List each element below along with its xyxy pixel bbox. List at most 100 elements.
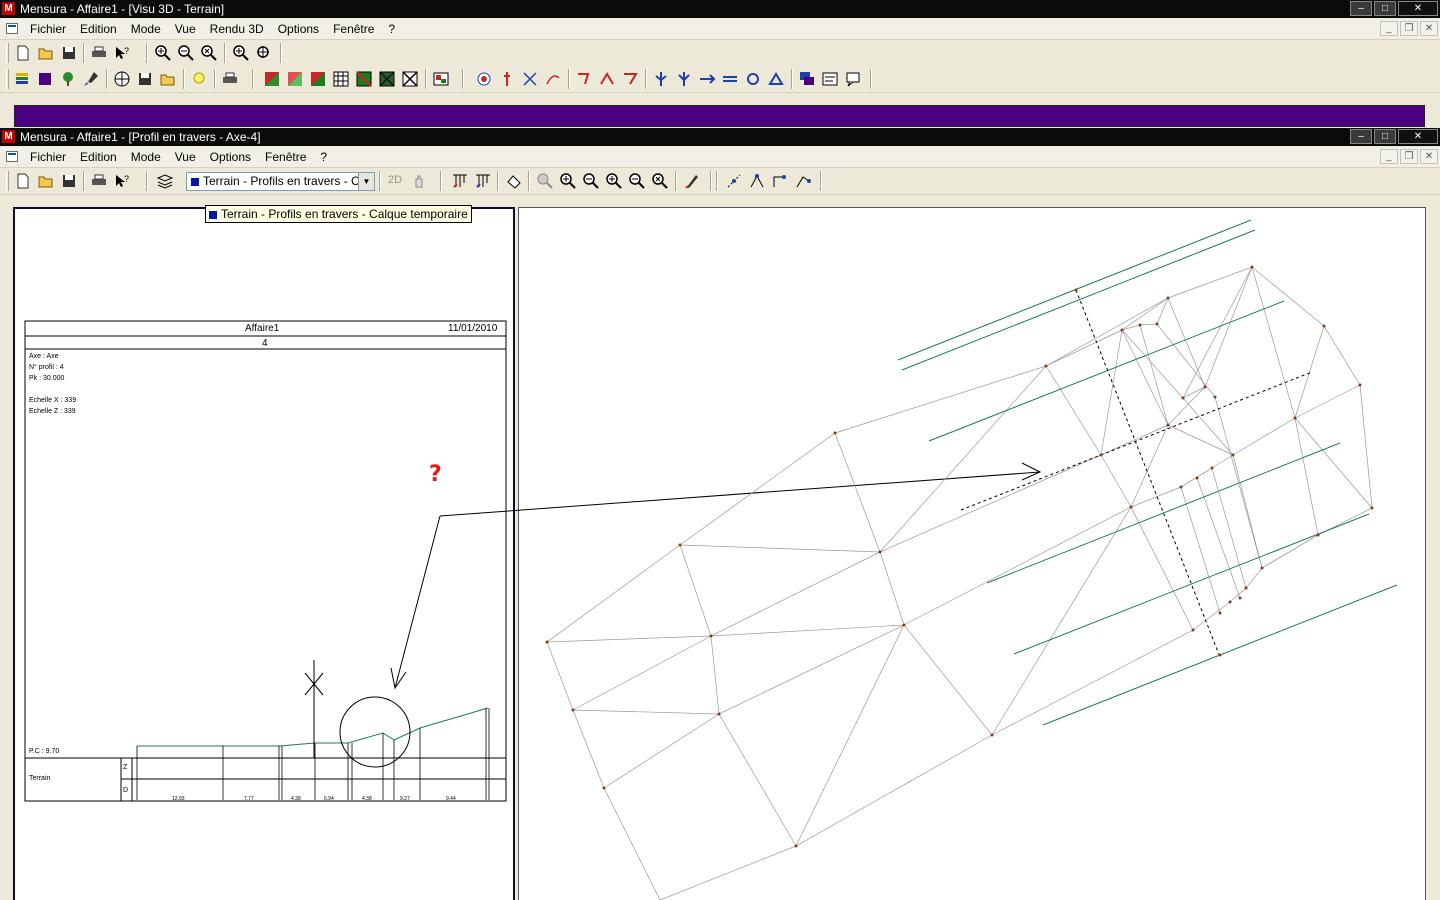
save-icon[interactable] — [60, 172, 78, 190]
zoom-dynamic-icon[interactable] — [255, 44, 273, 62]
comment-icon[interactable] — [844, 70, 862, 88]
point-tool-2-icon[interactable] — [748, 172, 766, 190]
menu-options[interactable]: Options — [210, 150, 251, 164]
open-folder-icon[interactable] — [37, 172, 55, 190]
brush-icon[interactable] — [82, 70, 100, 88]
point-tool-4-icon[interactable] — [794, 172, 812, 190]
profile-print-pane[interactable] — [13, 207, 515, 900]
pen-icon[interactable] — [683, 172, 701, 190]
layer-select[interactable]: Terrain - Profils en travers - Calque te… — [186, 172, 375, 191]
profile-tool-2-icon[interactable] — [474, 172, 492, 190]
close-button[interactable]: ✕ — [1398, 129, 1438, 144]
chevron-down-icon[interactable]: ▼ — [358, 173, 374, 190]
render-shaded-icon[interactable] — [355, 70, 373, 88]
print-icon[interactable] — [90, 44, 108, 62]
profile-blue-2-icon[interactable] — [675, 70, 693, 88]
zoom-out-icon[interactable] — [177, 44, 195, 62]
menu-fenetre[interactable]: Fenêtre — [333, 22, 374, 36]
menu-help[interactable]: ? — [388, 22, 395, 36]
mdi-restore-button[interactable]: ❐ — [1400, 21, 1418, 36]
open-folder-icon[interactable] — [37, 44, 55, 62]
mdi-minimize-button[interactable]: _ — [1380, 149, 1398, 164]
minimize-button[interactable]: – — [1350, 129, 1372, 144]
mode-2d-label[interactable]: 2D — [388, 174, 402, 186]
zoom-window-icon[interactable] — [232, 44, 250, 62]
profile-blue-6-icon[interactable] — [767, 70, 785, 88]
point-tool-3-icon[interactable] — [771, 172, 789, 190]
mdi-restore-button[interactable]: ❐ — [1400, 149, 1418, 164]
minimize-button[interactable]: – — [1350, 1, 1372, 16]
zoom-extents-icon[interactable] — [200, 44, 218, 62]
menu-edition[interactable]: Edition — [80, 150, 117, 164]
point-tool-1-icon[interactable] — [725, 172, 743, 190]
help-pointer-icon[interactable]: ? — [113, 44, 131, 62]
light-icon[interactable] — [190, 70, 208, 88]
profile-blue-1-icon[interactable] — [652, 70, 670, 88]
profile-blue-3-icon[interactable] — [698, 70, 716, 88]
document-icon[interactable] — [6, 23, 18, 34]
axis-red-3-icon[interactable] — [621, 70, 639, 88]
profile-tool-1-icon[interactable] — [451, 172, 469, 190]
color-bars-icon[interactable] — [13, 70, 31, 88]
maximize-button[interactable]: □ — [1374, 129, 1396, 144]
zoom-disabled-icon[interactable] — [536, 172, 554, 190]
tree-icon[interactable] — [59, 70, 77, 88]
pan-hand-icon[interactable] — [410, 172, 428, 190]
render-red-green-icon[interactable] — [263, 70, 281, 88]
menu-fenetre[interactable]: Fenêtre — [265, 150, 306, 164]
mdi-close-button[interactable]: ✕ — [1420, 149, 1438, 164]
scissors-icon[interactable] — [521, 70, 539, 88]
print-3d-icon[interactable] — [221, 70, 239, 88]
axis-red-1-icon[interactable] — [575, 70, 593, 88]
menu-rendu-3d[interactable]: Rendu 3D — [210, 22, 264, 36]
select-pointer-icon[interactable] — [505, 172, 523, 190]
purple-fill-icon[interactable] — [36, 70, 54, 88]
menu-options[interactable]: Options — [278, 22, 319, 36]
axis-red-2-icon[interactable] — [598, 70, 616, 88]
save-view-icon[interactable] — [136, 70, 154, 88]
menu-vue[interactable]: Vue — [175, 22, 196, 36]
render-none-icon[interactable] — [401, 70, 419, 88]
menu-fichier[interactable]: Fichier — [30, 22, 66, 36]
scene-icon[interactable] — [432, 70, 450, 88]
grid-mesh-icon[interactable] — [332, 70, 350, 88]
mdi-minimize-button[interactable]: _ — [1380, 21, 1398, 36]
close-button[interactable]: ✕ — [1398, 1, 1438, 16]
menu-edition[interactable]: Edition — [80, 22, 117, 36]
menu-fichier[interactable]: Fichier — [30, 150, 66, 164]
orbit-icon[interactable] — [475, 70, 493, 88]
zoom-plus-icon[interactable] — [605, 172, 623, 190]
menu-vue[interactable]: Vue — [175, 150, 196, 164]
profile-blue-4-icon[interactable] — [721, 70, 739, 88]
pc-label: P.C : 9.70 — [29, 748, 60, 755]
save-icon[interactable] — [60, 44, 78, 62]
print-icon[interactable] — [90, 172, 108, 190]
maximize-button[interactable]: □ — [1374, 1, 1396, 16]
help-pointer-icon[interactable]: ? — [113, 172, 131, 190]
svg-text:?: ? — [124, 174, 129, 184]
menu-mode[interactable]: Mode — [131, 22, 161, 36]
zoom-in-icon[interactable] — [154, 44, 172, 62]
document-icon[interactable] — [6, 151, 18, 162]
new-file-icon[interactable] — [14, 44, 32, 62]
zoom-minus-icon[interactable] — [628, 172, 646, 190]
profile-blue-5-icon[interactable] — [744, 70, 762, 88]
zoom-in-icon[interactable] — [559, 172, 577, 190]
curve-icon[interactable] — [544, 70, 562, 88]
layers-icon[interactable] — [156, 172, 174, 190]
open-view-icon[interactable] — [159, 70, 177, 88]
render-flat-icon[interactable] — [309, 70, 327, 88]
zoom-out-icon[interactable] — [582, 172, 600, 190]
zoom-extents-icon[interactable] — [651, 172, 669, 190]
walk-icon[interactable] — [498, 70, 516, 88]
globe-grid-icon[interactable] — [113, 70, 131, 88]
cascade-windows-icon[interactable] — [798, 70, 816, 88]
render-gradient-icon[interactable] — [286, 70, 304, 88]
plan-view-pane[interactable] — [518, 207, 1426, 900]
mdi-close-button[interactable]: ✕ — [1420, 21, 1438, 36]
menu-mode[interactable]: Mode — [131, 150, 161, 164]
properties-icon[interactable] — [821, 70, 839, 88]
menu-help[interactable]: ? — [320, 150, 327, 164]
render-wire-icon[interactable] — [378, 70, 396, 88]
new-file-icon[interactable] — [14, 172, 32, 190]
